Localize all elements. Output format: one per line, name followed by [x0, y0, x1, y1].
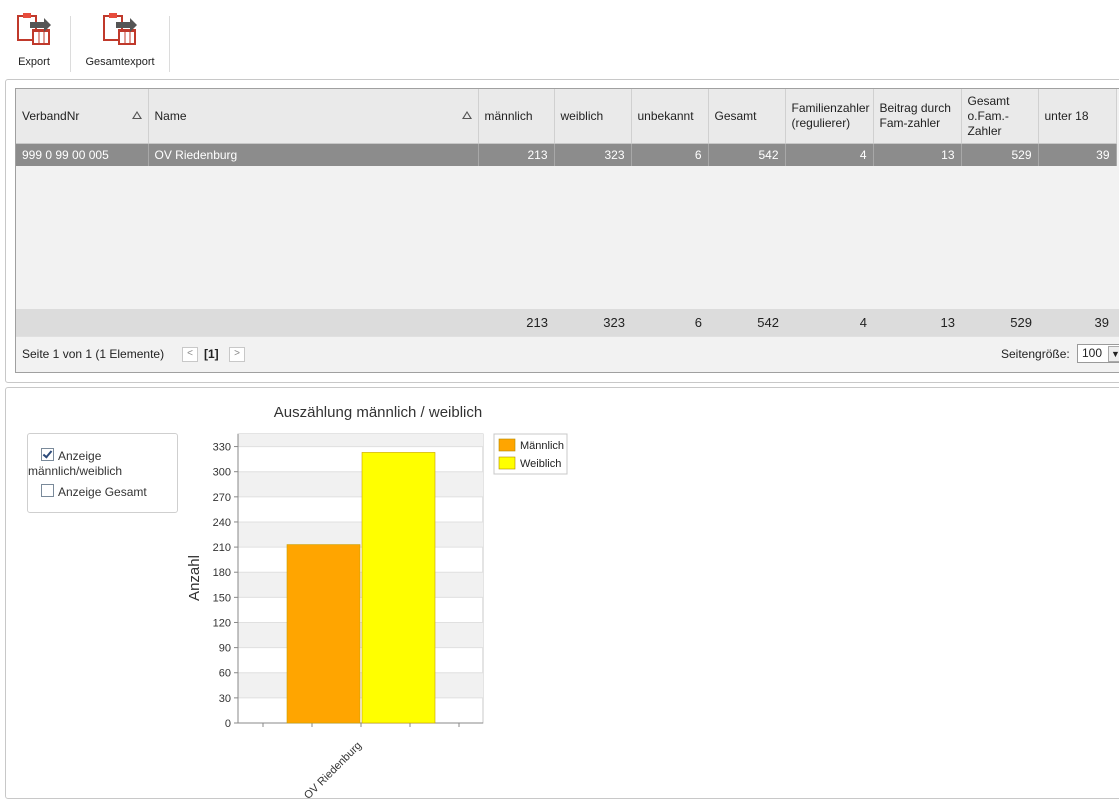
y-tick-label: 30: [219, 693, 231, 705]
column-header-beitrag[interactable]: Beitrag durch Fam-zahler: [873, 89, 962, 144]
grid-band: [238, 434, 483, 447]
total-gesamt-ofam: 529: [1010, 315, 1032, 330]
total-familienzahler: 4: [859, 315, 867, 330]
toolbar-separator: [169, 16, 170, 72]
column-header-gesamt[interactable]: Gesamt: [708, 89, 786, 144]
prev-page-button[interactable]: <: [182, 347, 198, 362]
legend-swatch: [498, 456, 516, 470]
column-header-weiblich[interactable]: weiblich: [554, 89, 632, 144]
toolbar: Export Gesamtexport: [0, 0, 1119, 78]
y-axis-title: Anzahl: [186, 555, 203, 601]
legend-swatch: [498, 438, 516, 452]
grid-empty-area: [16, 167, 1119, 309]
total-weiblich: 323: [603, 315, 625, 330]
grid-band: [238, 471, 483, 497]
y-tick-label: 60: [219, 668, 231, 680]
pager-summary: Seite 1 von 1 (1 Elemente): [22, 347, 165, 361]
data-grid: VerbandNr Name männlich weiblich unbekan…: [15, 88, 1119, 373]
legend-label: Weiblich: [520, 458, 561, 470]
cell-gesamt-ofam: 529: [961, 143, 1039, 166]
y-tick-label: 240: [213, 517, 231, 529]
y-tick-label: 180: [213, 567, 231, 579]
column-header-name[interactable]: Name: [148, 89, 479, 144]
gesamtexport-icon: [103, 13, 137, 45]
y-tick-label: 270: [213, 492, 231, 504]
cell-unter18: 39: [1038, 143, 1117, 166]
export-icon: [17, 13, 51, 45]
chart-panel: Anzeige männlich/weiblich Anzeige Gesamt…: [5, 387, 1119, 799]
cell-unbekannt: 6: [631, 143, 709, 166]
cell-verbandnr: 999 0 99 00 005: [16, 143, 149, 166]
y-tick-label: 210: [213, 542, 231, 554]
total-unbekannt: 6: [694, 315, 702, 330]
grid-band: [238, 672, 483, 698]
total-gesamt: 542: [757, 315, 779, 330]
grid-band: [238, 521, 483, 548]
toolbar-separator: [70, 16, 71, 72]
totals-row: 213 323 6 542 4 13 529 39: [16, 309, 1119, 336]
page-size-select[interactable]: 100 ▼: [1077, 344, 1119, 363]
gesamtexport-label: Gesamtexport: [85, 56, 155, 68]
column-header-unbekannt[interactable]: unbekannt: [631, 89, 709, 144]
legend-label: Männlich: [520, 440, 564, 452]
column-header-maennlich[interactable]: männlich: [478, 89, 555, 144]
cell-familienzahler: 4: [785, 143, 874, 166]
cell-name: OV Riedenburg: [148, 143, 479, 166]
cell-weiblich: 323: [554, 143, 632, 166]
y-tick-label: 330: [213, 442, 231, 454]
page-size-label: Seitengröße:: [1001, 347, 1070, 361]
export-button[interactable]: Export: [14, 12, 54, 68]
sort-ascending-icon: [461, 111, 472, 119]
column-header-familienzahler[interactable]: Familienzahler (regulierer): [785, 89, 874, 144]
grid-band: [238, 572, 483, 598]
x-tick-label: OV Riedenburg: [302, 740, 364, 798]
total-maennlich: 213: [526, 315, 548, 330]
y-tick-label: 300: [213, 467, 231, 479]
export-label: Export: [18, 56, 50, 68]
total-unter18: 39: [1094, 315, 1109, 330]
column-header-gesamt-ofam[interactable]: Gesamt o.Fam.-Zahler: [961, 89, 1039, 144]
grid-table: VerbandNr Name männlich weiblich unbekan…: [16, 89, 1117, 166]
bar-chart: 0 30 60 90 120 150 180 210 240 270 300 330 Auszählun…: [186, 404, 568, 798]
next-page-button[interactable]: >: [229, 347, 245, 362]
cell-beitrag: 13: [873, 143, 962, 166]
y-tick-label: 90: [219, 643, 231, 655]
total-beitrag: 13: [940, 315, 955, 330]
y-tick-label: 0: [225, 718, 231, 730]
chart-title: Auszählung männlich / weiblich: [274, 404, 482, 421]
chevron-down-icon[interactable]: ▼: [1108, 346, 1119, 362]
bar-männlich: [286, 544, 361, 724]
table-row[interactable]: 999 0 99 00 005 OV Riedenburg 213 323 6 …: [16, 143, 1117, 166]
y-tick-label: 120: [213, 617, 231, 629]
gesamtexport-button[interactable]: Gesamtexport: [84, 12, 156, 68]
column-header-unter18[interactable]: unter 18: [1038, 89, 1117, 144]
cell-maennlich: 213: [478, 143, 555, 166]
y-tick-label: 150: [213, 592, 231, 604]
current-page[interactable]: [1]: [204, 347, 219, 361]
grid-panel: VerbandNr Name männlich weiblich unbekan…: [5, 79, 1119, 383]
pager: Seite 1 von 1 (1 Elemente) < [1] > Seite…: [16, 336, 1119, 372]
grid-band: [238, 622, 483, 648]
sort-ascending-icon: [131, 111, 142, 119]
cell-gesamt: 542: [708, 143, 786, 166]
bar-weiblich: [361, 452, 436, 724]
column-header-verbandnr[interactable]: VerbandNr: [16, 89, 149, 144]
